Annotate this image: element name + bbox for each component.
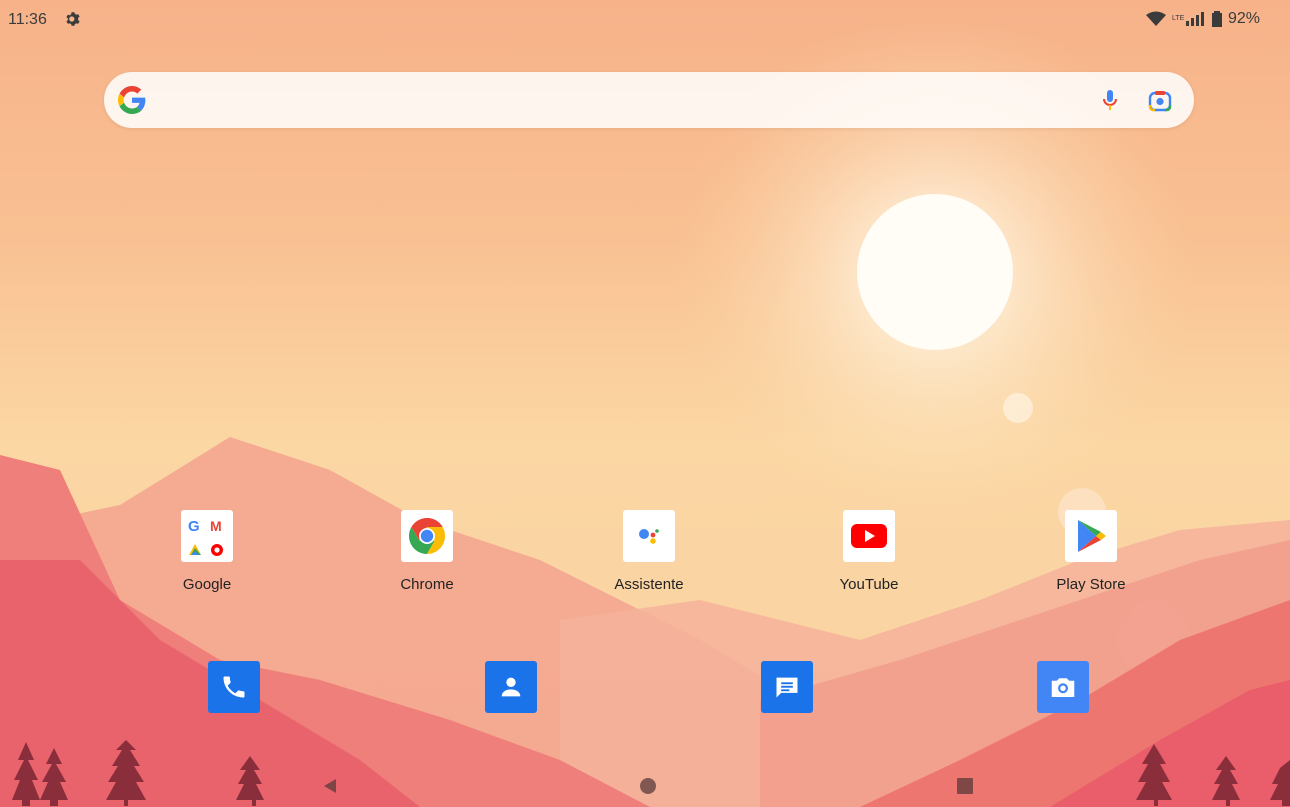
home-icon[interactable] xyxy=(638,776,658,796)
mic-icon[interactable] xyxy=(1098,88,1122,112)
app-assistant[interactable]: Assistente xyxy=(584,510,714,593)
back-icon[interactable] xyxy=(320,776,340,796)
svg-text:M: M xyxy=(210,518,222,534)
app-youtube[interactable]: YouTube xyxy=(804,510,934,593)
status-time: 11:36 xyxy=(8,11,47,28)
google-search-bar[interactable] xyxy=(104,72,1194,128)
battery-icon xyxy=(1211,11,1222,27)
svg-text:LTE: LTE xyxy=(1172,15,1185,22)
youtube-icon xyxy=(843,510,895,562)
dock-messages[interactable] xyxy=(761,661,813,713)
play-store-icon xyxy=(1065,510,1117,562)
dock-camera[interactable] xyxy=(1037,661,1089,713)
wifi-icon xyxy=(1145,11,1166,26)
sun xyxy=(857,194,1013,350)
app-label-play-store: Play Store xyxy=(1056,576,1126,593)
dock-phone[interactable] xyxy=(208,661,260,713)
google-folder-icon: G M xyxy=(181,510,233,562)
phone-icon xyxy=(223,676,245,698)
app-label-youtube: YouTube xyxy=(839,576,899,593)
app-chrome[interactable]: Chrome xyxy=(362,510,492,593)
status-bar: 11:36 LTE 92% xyxy=(0,0,1290,40)
camera-icon xyxy=(1051,678,1075,697)
google-g-icon xyxy=(118,86,146,114)
battery-percent: 92% xyxy=(1227,10,1260,27)
app-label-chrome: Chrome xyxy=(400,576,454,593)
assistant-icon xyxy=(623,510,675,562)
contacts-icon xyxy=(501,677,521,697)
app-play-store[interactable]: Play Store xyxy=(1026,510,1156,593)
messages-icon xyxy=(776,677,798,698)
chrome-icon xyxy=(401,510,453,562)
gear-icon xyxy=(66,12,80,26)
lte-signal-icon: LTE xyxy=(1172,12,1204,26)
lens-icon[interactable] xyxy=(1147,88,1173,114)
app-label-google: Google xyxy=(182,576,232,593)
app-label-assistente: Assistente xyxy=(614,576,684,593)
svg-text:G: G xyxy=(188,518,200,535)
dock-contacts[interactable] xyxy=(485,661,537,713)
recents-icon[interactable] xyxy=(955,776,975,796)
app-google-folder[interactable]: G M Google xyxy=(142,510,272,593)
